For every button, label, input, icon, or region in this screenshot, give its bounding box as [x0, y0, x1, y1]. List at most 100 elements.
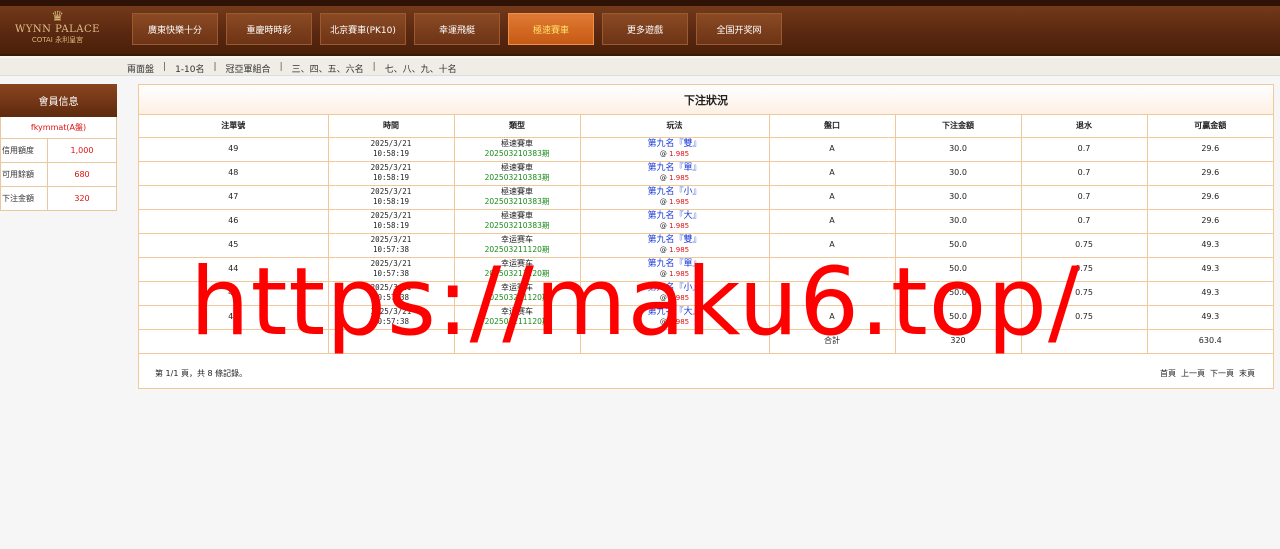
- bet-amount: 30.0: [894, 136, 1022, 162]
- bet-type: 極速賽車 202503210383期: [453, 184, 581, 210]
- top-header: ♛ WYNN PALACE COTAI 永利皇宮 廣東快樂十分 重慶時時彩 北京…: [0, 0, 1280, 56]
- panel-title: 下注狀況: [139, 85, 1273, 115]
- bet-win: 49.3: [1146, 304, 1273, 330]
- bet-win: 29.6: [1146, 184, 1273, 210]
- bet-type: 極速賽車 202503210383期: [453, 208, 581, 234]
- subnav-item[interactable]: 三、四、五、六名: [292, 62, 364, 75]
- issue-number: 202503210383期: [484, 221, 550, 230]
- table-header-row: 注單號 時間 類型 玩法 盤口 下注金額 退水 可贏金額: [139, 115, 1273, 138]
- col-time: 時間: [327, 115, 455, 138]
- bet-pan: A: [768, 160, 896, 186]
- wynn-palace-logo[interactable]: ♛ WYNN PALACE COTAI 永利皇宮: [10, 10, 105, 52]
- odds: @ 1.985: [659, 222, 690, 230]
- crown-icon: ♛: [51, 9, 64, 25]
- bet-amount-value: 320: [74, 194, 90, 203]
- logo-brand: WYNN PALACE: [15, 24, 100, 35]
- bet-time: 2025/3/21 10:58:19: [327, 136, 455, 162]
- bet-type: 極速賽車 202503210383期: [453, 136, 581, 162]
- issue-number: 202503210383期: [484, 149, 550, 158]
- top-strip: [0, 0, 1280, 6]
- subnav-separator: |: [213, 62, 217, 72]
- credit-limit-label: 信用額度: [1, 139, 48, 162]
- available-balance-label: 可用餘額: [1, 163, 48, 186]
- tab-beijing-pk10[interactable]: 北京賽車(PK10): [320, 13, 406, 45]
- credit-limit-value: 1,000: [70, 146, 94, 155]
- table-row: 47 2025/3/21 10:58:19 極速賽車 202503210383期 第九名『…: [139, 184, 1273, 210]
- game-nav: 廣東快樂十分 重慶時時彩 北京賽車(PK10) 幸運飛艇 極速賽車 更多遊戲 全…: [132, 13, 782, 45]
- subnav-separator: |: [279, 62, 283, 72]
- bet-id: 46: [139, 208, 329, 234]
- tab-speed-racing[interactable]: 極速賽車: [508, 13, 594, 45]
- tab-lucky-airship[interactable]: 幸運飛艇: [414, 13, 500, 45]
- table-row: 49 2025/3/21 10:58:19 極速賽車 202503210383期 第九名『…: [139, 136, 1273, 162]
- odds: @ 1.985: [659, 150, 690, 158]
- bet-rebate: 0.7: [1020, 136, 1148, 162]
- bet-id: 49: [139, 136, 329, 162]
- bet-amount-row: 下注金額 320: [0, 187, 117, 211]
- bet-time: 2025/3/21 10:58:19: [327, 160, 455, 186]
- table-row: 46 2025/3/21 10:58:19 極速賽車 202503210383期 第九名『…: [139, 208, 1273, 234]
- member-info-title: 會員信息: [0, 84, 117, 117]
- bet-play: 第九名『雙』 @ 1.985: [579, 136, 770, 162]
- bet-win: 29.6: [1146, 208, 1273, 234]
- subnav-item[interactable]: 兩面盤: [127, 62, 154, 75]
- bet-amount: 30.0: [894, 208, 1022, 234]
- total-win: 630.4: [1146, 328, 1273, 354]
- bet-rebate: 0.7: [1020, 160, 1148, 186]
- url-watermark: https://maku6.top/: [190, 248, 1081, 357]
- bet-play: 第九名『大』 @ 1.985: [579, 208, 770, 234]
- col-rebate: 退水: [1020, 115, 1148, 138]
- bet-time: 2025/3/21 10:58:19: [327, 184, 455, 210]
- odds: @ 1.985: [659, 174, 690, 182]
- bet-pan: A: [768, 208, 896, 234]
- available-balance-row: 可用餘額 680: [0, 163, 117, 187]
- bet-win: 49.3: [1146, 232, 1273, 258]
- table-footer: 第 1/1 頁，共 8 條記錄。 首頁 上一頁 下一頁 末頁: [139, 354, 1273, 390]
- issue-number: 202503210383期: [484, 173, 550, 182]
- bet-id: 48: [139, 160, 329, 186]
- bet-pan: A: [768, 136, 896, 162]
- credit-limit-row: 信用額度 1,000: [0, 139, 117, 163]
- col-play: 玩法: [579, 115, 770, 138]
- col-win: 可贏金額: [1146, 115, 1273, 138]
- pager-first[interactable]: 首頁: [1160, 368, 1176, 379]
- sub-navigation: 兩面盤 | 1-10名 | 冠亞軍組合 | 三、四、五、六名 | 七、八、九、十名: [0, 58, 1280, 76]
- table-row: 48 2025/3/21 10:58:19 極速賽車 202503210383期 第九名『…: [139, 160, 1273, 186]
- pager-next[interactable]: 下一頁: [1210, 368, 1234, 379]
- tab-more-games[interactable]: 更多遊戲: [602, 13, 688, 45]
- bet-amount-label: 下注金額: [1, 187, 48, 210]
- pagination-info: 第 1/1 頁，共 8 條記錄。: [155, 368, 248, 378]
- pager-last[interactable]: 末頁: [1239, 368, 1255, 379]
- subnav-item[interactable]: 冠亞軍組合: [226, 62, 271, 75]
- bet-id: 47: [139, 184, 329, 210]
- available-balance-value: 680: [74, 170, 90, 179]
- bet-time: 2025/3/21 10:58:19: [327, 208, 455, 234]
- member-username: fkymmat(A盤): [0, 117, 117, 139]
- bet-win: 29.6: [1146, 160, 1273, 186]
- pager: 首頁 上一頁 下一頁 末頁: [1160, 368, 1255, 379]
- subnav-separator: |: [163, 62, 167, 72]
- bet-win: 29.6: [1146, 136, 1273, 162]
- subnav-item[interactable]: 1-10名: [175, 62, 204, 75]
- member-info-sidebar: 會員信息 fkymmat(A盤) 信用額度 1,000 可用餘額 680 下注金…: [0, 84, 117, 211]
- col-amount: 下注金額: [894, 115, 1022, 138]
- tab-chongqing-ssc[interactable]: 重慶時時彩: [226, 13, 312, 45]
- bet-type: 極速賽車 202503210383期: [453, 160, 581, 186]
- subnav-item[interactable]: 七、八、九、十名: [385, 62, 457, 75]
- logo-sub: COTAI 永利皇宮: [31, 36, 84, 44]
- subnav-separator: |: [372, 62, 376, 72]
- bet-rebate: 0.7: [1020, 184, 1148, 210]
- bet-win: 49.3: [1146, 280, 1273, 306]
- bet-amount: 30.0: [894, 160, 1022, 186]
- tab-guangdong-happy-ten[interactable]: 廣東快樂十分: [132, 13, 218, 45]
- bet-pan: A: [768, 184, 896, 210]
- bet-amount: 30.0: [894, 184, 1022, 210]
- tab-national-lottery-site[interactable]: 全国开奖网: [696, 13, 782, 45]
- pager-prev[interactable]: 上一頁: [1181, 368, 1205, 379]
- issue-number: 202503210383期: [484, 197, 550, 206]
- col-type: 類型: [453, 115, 581, 138]
- col-bet-id: 注單號: [139, 115, 329, 138]
- bet-play: 第九名『小』 @ 1.985: [579, 184, 770, 210]
- bet-win: 49.3: [1146, 256, 1273, 282]
- bet-play: 第九名『單』 @ 1.985: [579, 160, 770, 186]
